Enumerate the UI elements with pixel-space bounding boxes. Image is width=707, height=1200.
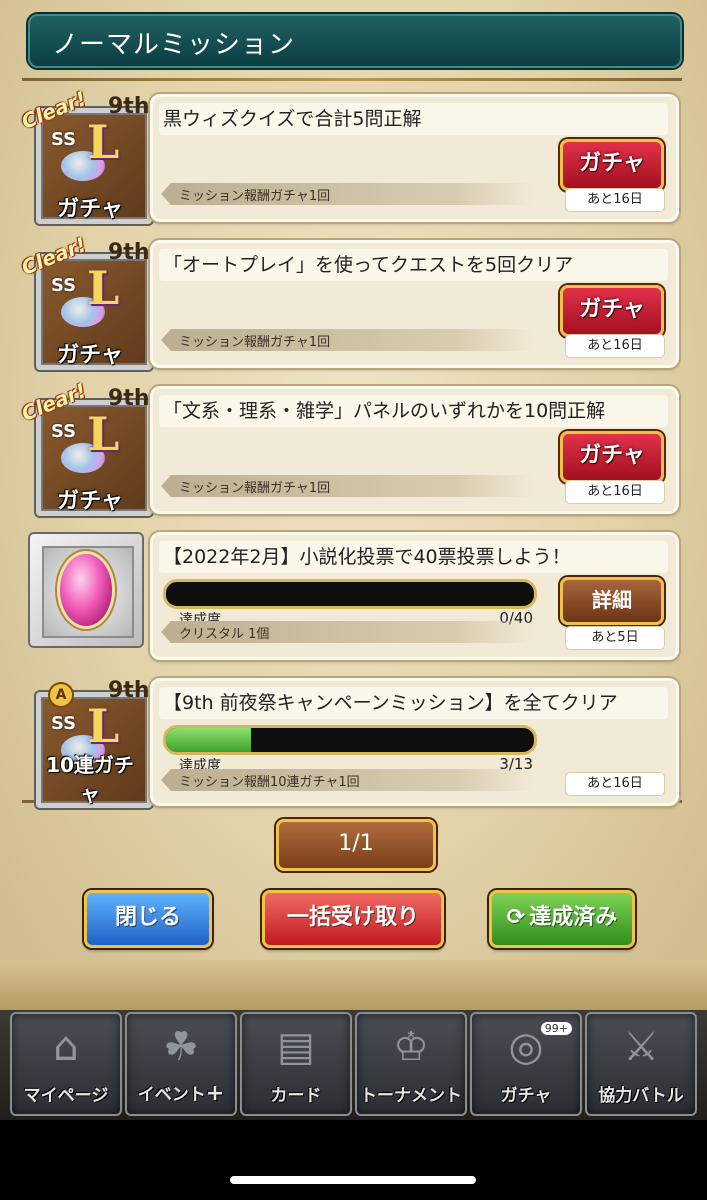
tab-event[interactable]: ☘ イベント+ [125, 1012, 237, 1116]
remaining-days: あと16日 [566, 773, 664, 795]
mission-title: 「文系・理系・雑学」パネルのいずれかを10問正解 [159, 395, 668, 427]
page-indicator[interactable]: 1/1 [276, 819, 436, 871]
mission-card: 黒ウィズクイズで合計5問正解 ガチャ ミッション報酬ガチャ1回 あと16日 [150, 94, 679, 222]
completed-button[interactable]: ⟳ 達成済み [489, 890, 635, 948]
mission-card: 【9th 前夜祭キャンペーンミッション】を全てクリア 達成度 3/13 ミッショ… [150, 678, 679, 806]
completed-button-label: 達成済み [529, 905, 618, 930]
remaining-days: あと5日 [566, 627, 664, 649]
mission-card: 「文系・理系・雑学」パネルのいずれかを10問正解 ガチャ ミッション報酬ガチャ1… [150, 386, 679, 514]
gacha-reward-icon: SS L ガチャ [36, 108, 152, 224]
page-title: ノーマルミッション [52, 30, 296, 60]
cards-icon: ▤ [277, 1024, 315, 1070]
ss-icon: SS [51, 275, 77, 296]
cat-icon: ☘ [163, 1024, 199, 1070]
reward-bar: ミッション報酬ガチャ1回 [161, 183, 533, 205]
l-icon: L [87, 261, 120, 315]
detail-button[interactable]: 詳細 [560, 577, 664, 625]
reward-icon-label: ガチャ [57, 197, 123, 222]
ss-icon: SS [51, 421, 77, 442]
ninth-badge: 9th [108, 678, 150, 703]
crystal-reward-icon [30, 534, 142, 646]
tab-label: イベント+ [137, 1081, 225, 1106]
mission-title: 黒ウィズクイズで合計5問正解 [159, 103, 668, 135]
gacha-reward-icon: SS L ガチャ [36, 254, 152, 370]
reward-bar: ミッション報酬ガチャ1回 [161, 475, 533, 497]
reward-icon-label: 10連ガチャ [46, 753, 134, 806]
reward-bar: ミッション報酬10連ガチャ1回 [161, 769, 533, 791]
l-icon: L [87, 407, 120, 461]
rank-badge-icon: A [50, 684, 72, 706]
remaining-days: あと16日 [566, 481, 664, 503]
system-bar [0, 1120, 707, 1200]
gacha-button[interactable]: ガチャ [560, 285, 664, 337]
reward-text: ミッション報酬ガチャ1回 [179, 189, 331, 204]
progress-bar [163, 725, 537, 755]
progress-fill [166, 728, 251, 752]
bulk-receive-button[interactable]: 一括受け取り [262, 890, 444, 948]
tab-label: マイページ [23, 1086, 109, 1106]
ninth-badge: 9th [108, 386, 150, 411]
reward-text: ミッション報酬10連ガチャ1回 [179, 775, 360, 790]
tab-label: トーナメント [360, 1086, 462, 1106]
trophy-icon: ♔ [393, 1024, 429, 1070]
gacha-button[interactable]: ガチャ [560, 139, 664, 191]
mission-title: 【9th 前夜祭キャンペーンミッション】を全てクリア [159, 687, 668, 719]
mission-title: 【2022年2月】小説化投票で40票投票しよう！ [159, 541, 668, 573]
ss-icon: SS [51, 129, 77, 150]
reward-bar: ミッション報酬ガチャ1回 [161, 329, 533, 351]
remaining-days: あと16日 [566, 189, 664, 211]
tab-label: 協力バトル [598, 1086, 684, 1106]
tab-gacha[interactable]: ◎ 99+ ガチャ [470, 1012, 582, 1116]
gacha-button[interactable]: ガチャ [560, 431, 664, 483]
reward-icon-label: ガチャ [57, 489, 123, 514]
tab-card[interactable]: ▤ カード [240, 1012, 352, 1116]
reward-bar: クリスタル 1個 [161, 621, 533, 643]
l-icon: L [87, 115, 120, 169]
reward-text: ミッション報酬ガチャ1回 [179, 481, 331, 496]
reward-text: クリスタル 1個 [179, 627, 270, 642]
mission-card: 「オートプレイ」を使ってクエストを5回クリア ガチャ ミッション報酬ガチャ1回 … [150, 240, 679, 368]
house-icon: ⌂ [53, 1024, 79, 1070]
close-button[interactable]: 閉じる [84, 890, 212, 948]
mission-card: 【2022年2月】小説化投票で40票投票しよう！ 達成度 0/40 詳細 クリス… [150, 532, 679, 660]
reward-icon-label: ガチャ [57, 343, 123, 368]
ss-icon: SS [51, 713, 77, 734]
panel-edge [0, 960, 707, 1013]
gacha-reward-icon: SS L ガチャ [36, 400, 152, 516]
reward-text: ミッション報酬ガチャ1回 [179, 335, 331, 350]
tab-label: ガチャ [500, 1086, 552, 1106]
tab-label: カード [270, 1086, 322, 1106]
panel-header: ノーマルミッション [28, 14, 682, 68]
team-icon: ⚔ [623, 1024, 659, 1070]
remaining-days: あと16日 [566, 335, 664, 357]
refresh-icon: ⟳ [506, 905, 526, 930]
mission-title: 「オートプレイ」を使ってクエストを5回クリア [159, 249, 668, 281]
divider-top [22, 78, 682, 81]
progress-bar [163, 579, 537, 609]
ninth-badge: 9th [108, 240, 150, 265]
notification-badge: 99+ [540, 1022, 572, 1035]
tab-tournament[interactable]: ♔ トーナメント [355, 1012, 467, 1116]
l-icon: L [87, 699, 120, 753]
home-indicator[interactable] [230, 1176, 476, 1184]
crystal-gem-icon [60, 554, 112, 626]
tab-coop-battle[interactable]: ⚔ 協力バトル [585, 1012, 697, 1116]
ninth-badge: 9th [108, 94, 150, 119]
tab-mypage[interactable]: ⌂ マイページ [10, 1012, 122, 1116]
ten-gacha-reward-icon: SS L 10連ガチャ [36, 692, 152, 808]
